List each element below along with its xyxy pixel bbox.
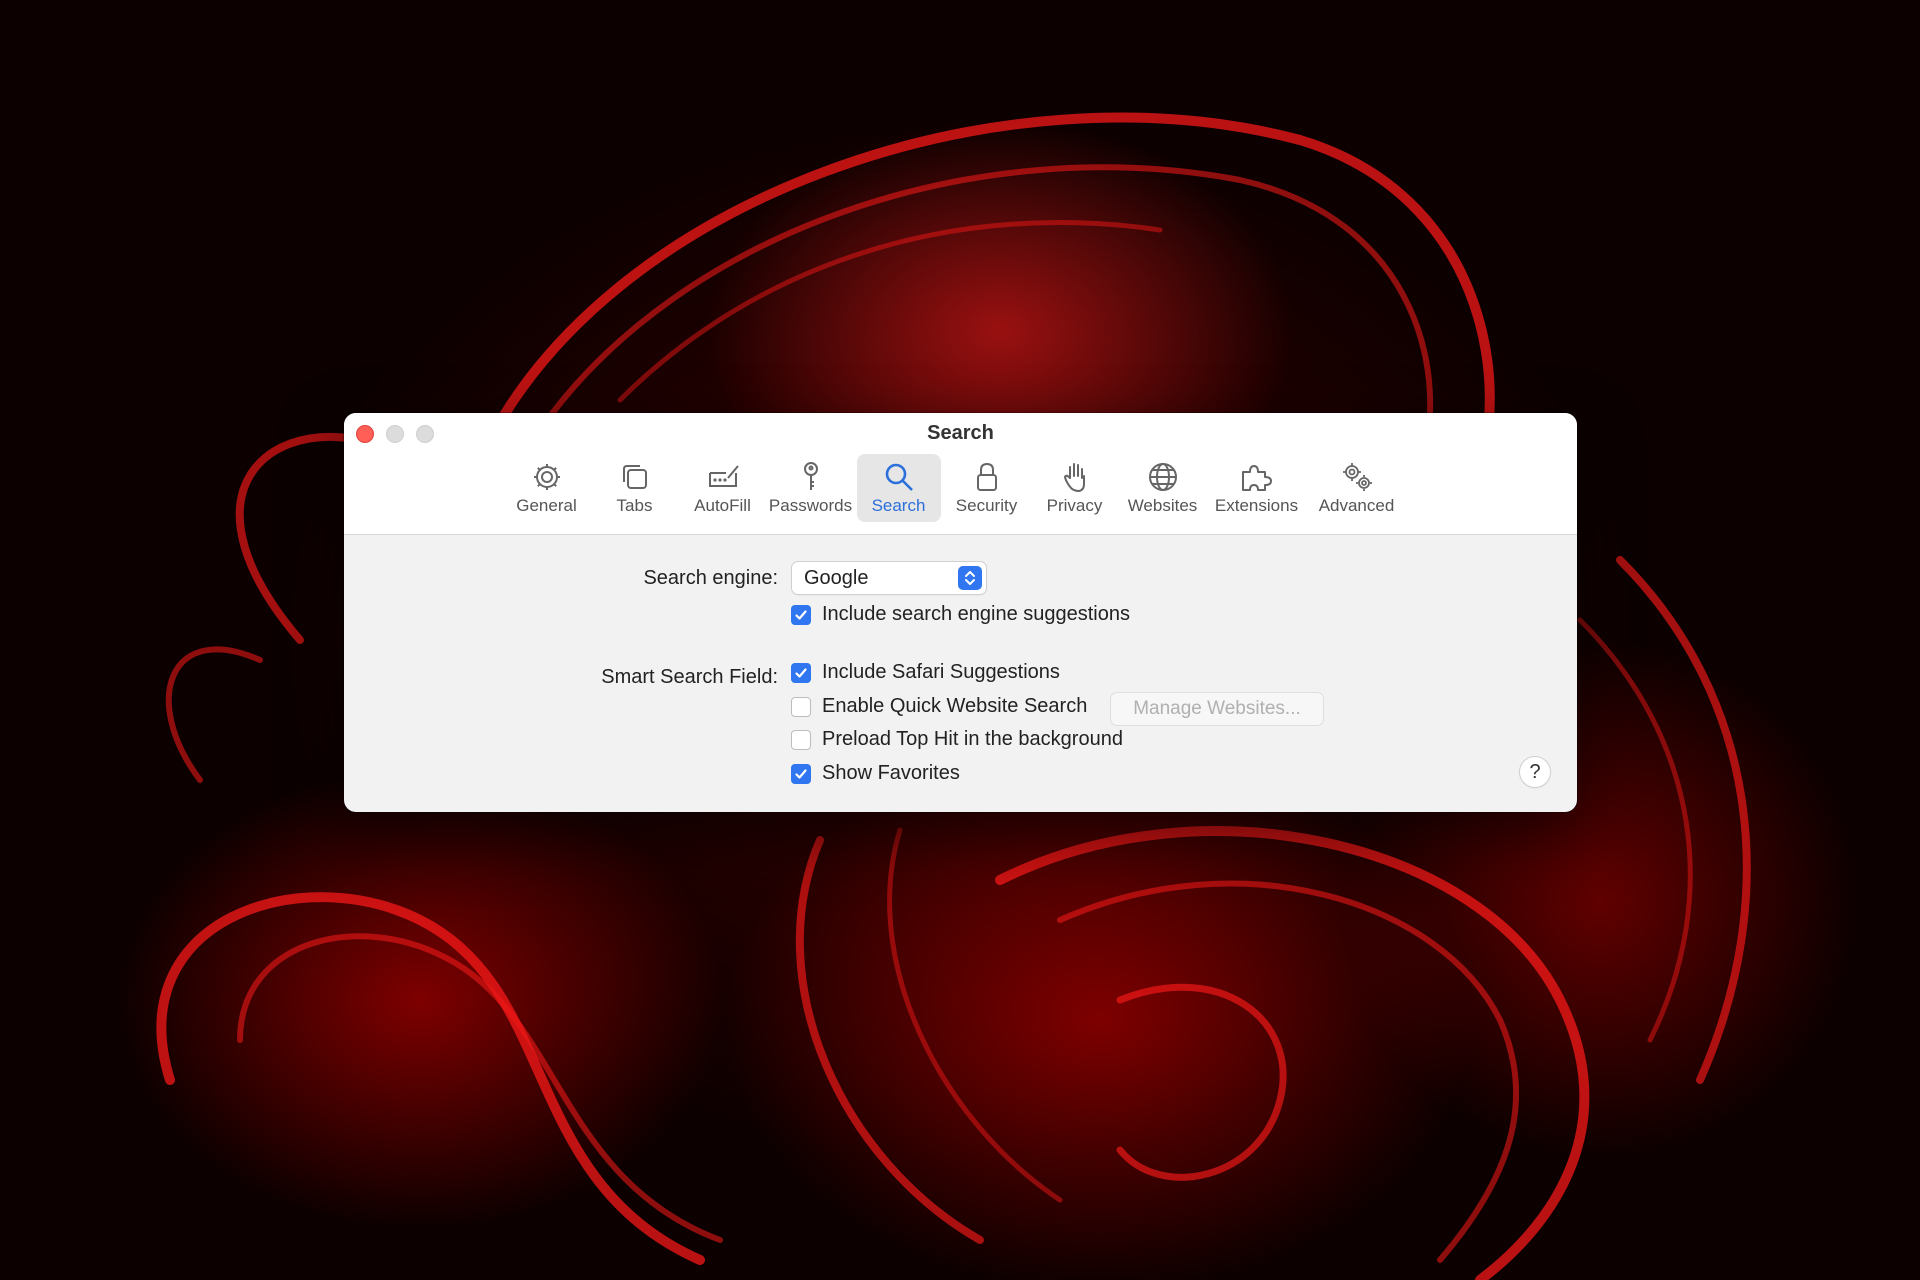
tab-privacy-label: Privacy: [1046, 496, 1103, 515]
show-favorites-row[interactable]: Show Favorites: [791, 762, 960, 785]
quick-website-search-row[interactable]: Enable Quick Website Search: [791, 695, 1087, 718]
tab-passwords[interactable]: Passwords: [769, 454, 853, 522]
tab-general-label: General: [516, 496, 577, 515]
gear-icon: [529, 460, 565, 494]
tab-websites[interactable]: Websites: [1121, 454, 1205, 522]
key-icon: [793, 460, 829, 494]
suggestions-checkbox-row[interactable]: Include search engine suggestions: [791, 603, 1130, 626]
preferences-window: Search General Tabs AutoFill Passwords S…: [344, 413, 1577, 812]
search-engine-value: Google: [804, 566, 869, 589]
smart-search-row: Smart Search Field:: [344, 662, 778, 692]
quick-website-search-label: Enable Quick Website Search: [822, 695, 1088, 717]
search-settings-pane: Search engine: Google Include search eng…: [344, 535, 1577, 812]
hand-icon: [1057, 460, 1093, 494]
search-engine-label: Search engine:: [643, 566, 778, 589]
preload-top-hit-checkbox[interactable]: [791, 729, 811, 750]
tab-tabs-label: Tabs: [616, 496, 653, 515]
safari-suggestions-checkbox[interactable]: [791, 662, 811, 683]
tab-autofill[interactable]: AutoFill: [681, 454, 765, 522]
autofill-icon: [705, 460, 741, 494]
tab-passwords-label: Passwords: [768, 496, 853, 515]
tab-tabs[interactable]: Tabs: [593, 454, 677, 522]
smart-search-field-label: Smart Search Field:: [601, 665, 778, 688]
window-title: Search: [927, 422, 994, 444]
tab-search-label: Search: [871, 496, 926, 515]
lock-icon: [969, 460, 1005, 494]
help-button[interactable]: ?: [1520, 757, 1550, 787]
show-favorites-checkbox[interactable]: [791, 763, 811, 784]
tab-extensions[interactable]: Extensions: [1209, 454, 1305, 522]
tab-advanced[interactable]: Advanced: [1309, 454, 1405, 522]
tab-general[interactable]: General: [505, 454, 589, 522]
preload-top-hit-row[interactable]: Preload Top Hit in the background: [791, 728, 1123, 751]
manage-websites-button[interactable]: Manage Websites...: [1111, 693, 1323, 725]
quick-website-search-checkbox[interactable]: [791, 696, 811, 717]
tab-security-label: Security: [955, 496, 1018, 515]
safari-suggestions-label: Include Safari Suggestions: [822, 661, 1060, 683]
tab-extensions-label: Extensions: [1214, 496, 1299, 515]
tab-advanced-label: Advanced: [1318, 496, 1395, 515]
magnifier-icon: [881, 460, 917, 494]
tab-autofill-label: AutoFill: [694, 496, 751, 515]
tab-privacy[interactable]: Privacy: [1033, 454, 1117, 522]
suggestions-label: Include search engine suggestions: [822, 603, 1130, 625]
globe-icon: [1145, 460, 1181, 494]
titlebar: Search General Tabs AutoFill Passwords S…: [344, 413, 1577, 535]
tab-search[interactable]: Search: [856, 454, 941, 522]
safari-suggestions-row[interactable]: Include Safari Suggestions: [791, 661, 1060, 684]
suggestions-checkbox[interactable]: [791, 604, 811, 625]
preferences-toolbar: General Tabs AutoFill Passwords Search S…: [344, 454, 1571, 522]
tabs-icon: [617, 460, 653, 494]
search-engine-row: Search engine:: [344, 563, 778, 593]
chevron-up-down-icon: [958, 566, 982, 590]
tab-security[interactable]: Security: [945, 454, 1029, 522]
puzzle-icon: [1239, 460, 1275, 494]
search-engine-select[interactable]: Google: [792, 562, 986, 594]
tab-websites-label: Websites: [1127, 496, 1198, 515]
gears-icon: [1339, 460, 1375, 494]
show-favorites-label: Show Favorites: [822, 762, 960, 784]
preload-top-hit-label: Preload Top Hit in the background: [822, 728, 1123, 750]
